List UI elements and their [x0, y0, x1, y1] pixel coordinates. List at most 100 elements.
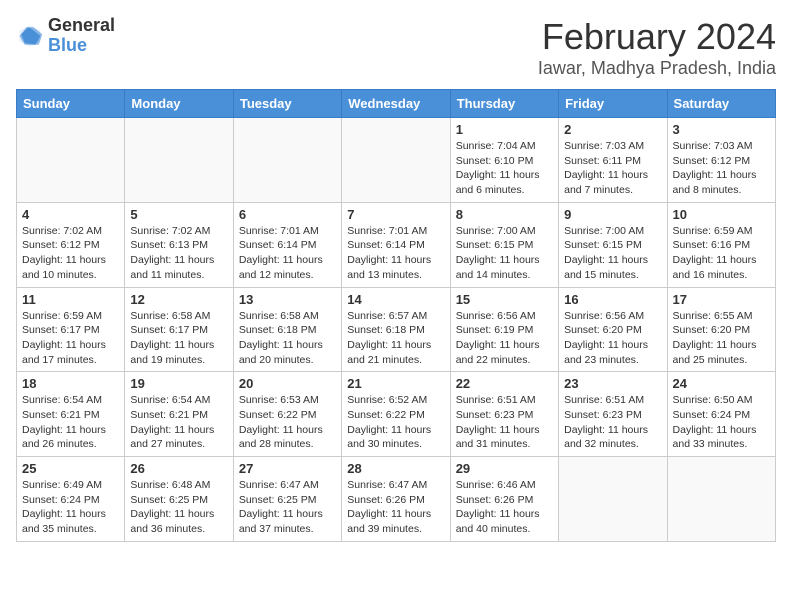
calendar-day-cell: 15 Sunrise: 6:56 AM Sunset: 6:19 PM Dayli…: [450, 287, 558, 372]
day-number: 18: [22, 376, 119, 391]
day-number: 4: [22, 207, 119, 222]
calendar-day-cell: 13Sunrise: 6:58 AM Sunset: 6:18 PM Dayli…: [233, 287, 341, 372]
calendar-day-cell: 23 Sunrise: 6:51 AM Sunset: 6:23 PM Dayli…: [559, 372, 667, 457]
weekday-header-row: SundayMondayTuesdayWednesdayThursdayFrid…: [17, 90, 776, 118]
day-info: Sunrise: 7:00 AM Sunset: 6:15 PM Dayligh…: [456, 224, 553, 283]
header: General Blue February 2024 Iawar, Madhya…: [16, 16, 776, 79]
calendar-day-cell: 17Sunrise: 6:55 AM Sunset: 6:20 PM Dayli…: [667, 287, 775, 372]
day-number: 8: [456, 207, 553, 222]
day-info: Sunrise: 7:00 AM Sunset: 6:15 PM Dayligh…: [564, 224, 661, 283]
day-number: 20: [239, 376, 336, 391]
day-info: Sunrise: 6:54 AM Sunset: 6:21 PM Dayligh…: [22, 393, 119, 452]
logo-general-text: General: [48, 16, 115, 36]
calendar-week-row: 4 Sunrise: 7:02 AM Sunset: 6:12 PM Daylig…: [17, 202, 776, 287]
day-info: Sunrise: 6:58 AM Sunset: 6:17 PM Dayligh…: [130, 309, 227, 368]
calendar-day-cell: 25 Sunrise: 6:49 AM Sunset: 6:24 PM Dayli…: [17, 457, 125, 542]
day-number: 14: [347, 292, 444, 307]
weekday-header-cell: Tuesday: [233, 90, 341, 118]
day-number: 25: [22, 461, 119, 476]
weekday-header-cell: Thursday: [450, 90, 558, 118]
day-number: 9: [564, 207, 661, 222]
calendar-day-cell: 9 Sunrise: 7:00 AM Sunset: 6:15 PM Daylig…: [559, 202, 667, 287]
calendar-day-cell: 28 Sunrise: 6:47 AM Sunset: 6:26 PM Dayli…: [342, 457, 450, 542]
day-info: Sunrise: 6:47 AM Sunset: 6:25 PM Dayligh…: [239, 478, 336, 537]
calendar-day-cell: 6Sunrise: 7:01 AM Sunset: 6:14 PM Daylig…: [233, 202, 341, 287]
day-info: Sunrise: 6:59 AM Sunset: 6:17 PM Dayligh…: [22, 309, 119, 368]
day-number: 24: [673, 376, 770, 391]
calendar-week-row: 25 Sunrise: 6:49 AM Sunset: 6:24 PM Dayli…: [17, 457, 776, 542]
logo-blue-text: Blue: [48, 36, 115, 56]
day-info: Sunrise: 7:02 AM Sunset: 6:13 PM Dayligh…: [130, 224, 227, 283]
logo-text: General Blue: [48, 16, 115, 56]
day-info: Sunrise: 6:50 AM Sunset: 6:24 PM Dayligh…: [673, 393, 770, 452]
day-number: 7: [347, 207, 444, 222]
calendar-day-cell: 12 Sunrise: 6:58 AM Sunset: 6:17 PM Dayli…: [125, 287, 233, 372]
title-area: February 2024 Iawar, Madhya Pradesh, Ind…: [538, 16, 776, 79]
day-info: Sunrise: 6:56 AM Sunset: 6:20 PM Dayligh…: [564, 309, 661, 368]
day-info: Sunrise: 6:48 AM Sunset: 6:25 PM Dayligh…: [130, 478, 227, 537]
day-number: 19: [130, 376, 227, 391]
day-number: 23: [564, 376, 661, 391]
day-number: 16: [564, 292, 661, 307]
logo-icon: [16, 22, 44, 50]
calendar-day-cell: 26 Sunrise: 6:48 AM Sunset: 6:25 PM Dayli…: [125, 457, 233, 542]
calendar-day-cell: [342, 118, 450, 203]
day-info: Sunrise: 6:51 AM Sunset: 6:23 PM Dayligh…: [564, 393, 661, 452]
day-info: Sunrise: 6:49 AM Sunset: 6:24 PM Dayligh…: [22, 478, 119, 537]
day-number: 28: [347, 461, 444, 476]
calendar-day-cell: 29 Sunrise: 6:46 AM Sunset: 6:26 PM Dayli…: [450, 457, 558, 542]
calendar-day-cell: 27 Sunrise: 6:47 AM Sunset: 6:25 PM Dayli…: [233, 457, 341, 542]
calendar-day-cell: [125, 118, 233, 203]
day-number: 2: [564, 122, 661, 137]
day-info: Sunrise: 6:59 AM Sunset: 6:16 PM Dayligh…: [673, 224, 770, 283]
calendar-table: SundayMondayTuesdayWednesdayThursdayFrid…: [16, 89, 776, 542]
calendar-day-cell: 14 Sunrise: 6:57 AM Sunset: 6:18 PM Dayli…: [342, 287, 450, 372]
day-number: 1: [456, 122, 553, 137]
day-number: 22: [456, 376, 553, 391]
calendar-day-cell: 18 Sunrise: 6:54 AM Sunset: 6:21 PM Dayli…: [17, 372, 125, 457]
day-number: 29: [456, 461, 553, 476]
calendar-day-cell: [559, 457, 667, 542]
day-number: 10: [673, 207, 770, 222]
calendar-day-cell: 24 Sunrise: 6:50 AM Sunset: 6:24 PM Dayli…: [667, 372, 775, 457]
day-number: 12: [130, 292, 227, 307]
day-info: Sunrise: 6:51 AM Sunset: 6:23 PM Dayligh…: [456, 393, 553, 452]
day-info: Sunrise: 6:46 AM Sunset: 6:26 PM Dayligh…: [456, 478, 553, 537]
day-number: 15: [456, 292, 553, 307]
day-info: Sunrise: 7:01 AM Sunset: 6:14 PM Dayligh…: [239, 224, 336, 283]
day-info: Sunrise: 6:57 AM Sunset: 6:18 PM Dayligh…: [347, 309, 444, 368]
day-info: Sunrise: 7:04 AM Sunset: 6:10 PM Dayligh…: [456, 139, 553, 198]
month-title: February 2024: [538, 16, 776, 58]
day-number: 27: [239, 461, 336, 476]
calendar-day-cell: [233, 118, 341, 203]
day-number: 17: [673, 292, 770, 307]
calendar-day-cell: 22 Sunrise: 6:51 AM Sunset: 6:23 PM Dayli…: [450, 372, 558, 457]
calendar-day-cell: 3 Sunrise: 7:03 AM Sunset: 6:12 PM Daylig…: [667, 118, 775, 203]
day-info: Sunrise: 7:02 AM Sunset: 6:12 PM Dayligh…: [22, 224, 119, 283]
day-info: Sunrise: 6:58 AM Sunset: 6:18 PM Dayligh…: [239, 309, 336, 368]
calendar-day-cell: 16 Sunrise: 6:56 AM Sunset: 6:20 PM Dayli…: [559, 287, 667, 372]
calendar-day-cell: 1 Sunrise: 7:04 AM Sunset: 6:10 PM Daylig…: [450, 118, 558, 203]
calendar-day-cell: 8 Sunrise: 7:00 AM Sunset: 6:15 PM Daylig…: [450, 202, 558, 287]
calendar-day-cell: 10 Sunrise: 6:59 AM Sunset: 6:16 PM Dayli…: [667, 202, 775, 287]
day-number: 3: [673, 122, 770, 137]
day-number: 5: [130, 207, 227, 222]
day-info: Sunrise: 6:52 AM Sunset: 6:22 PM Dayligh…: [347, 393, 444, 452]
calendar-week-row: 18 Sunrise: 6:54 AM Sunset: 6:21 PM Dayli…: [17, 372, 776, 457]
day-number: 26: [130, 461, 227, 476]
calendar-day-cell: 19Sunrise: 6:54 AM Sunset: 6:21 PM Dayli…: [125, 372, 233, 457]
calendar-week-row: 11 Sunrise: 6:59 AM Sunset: 6:17 PM Dayli…: [17, 287, 776, 372]
calendar-day-cell: 7Sunrise: 7:01 AM Sunset: 6:14 PM Daylig…: [342, 202, 450, 287]
weekday-header-cell: Sunday: [17, 90, 125, 118]
calendar-day-cell: 21Sunrise: 6:52 AM Sunset: 6:22 PM Dayli…: [342, 372, 450, 457]
calendar-day-cell: 20Sunrise: 6:53 AM Sunset: 6:22 PM Dayli…: [233, 372, 341, 457]
day-info: Sunrise: 6:47 AM Sunset: 6:26 PM Dayligh…: [347, 478, 444, 537]
calendar-day-cell: 11 Sunrise: 6:59 AM Sunset: 6:17 PM Dayli…: [17, 287, 125, 372]
calendar-day-cell: 5 Sunrise: 7:02 AM Sunset: 6:13 PM Daylig…: [125, 202, 233, 287]
weekday-header-cell: Friday: [559, 90, 667, 118]
day-number: 11: [22, 292, 119, 307]
logo: General Blue: [16, 16, 115, 56]
day-info: Sunrise: 7:03 AM Sunset: 6:12 PM Dayligh…: [673, 139, 770, 198]
day-info: Sunrise: 6:56 AM Sunset: 6:19 PM Dayligh…: [456, 309, 553, 368]
weekday-header-cell: Monday: [125, 90, 233, 118]
